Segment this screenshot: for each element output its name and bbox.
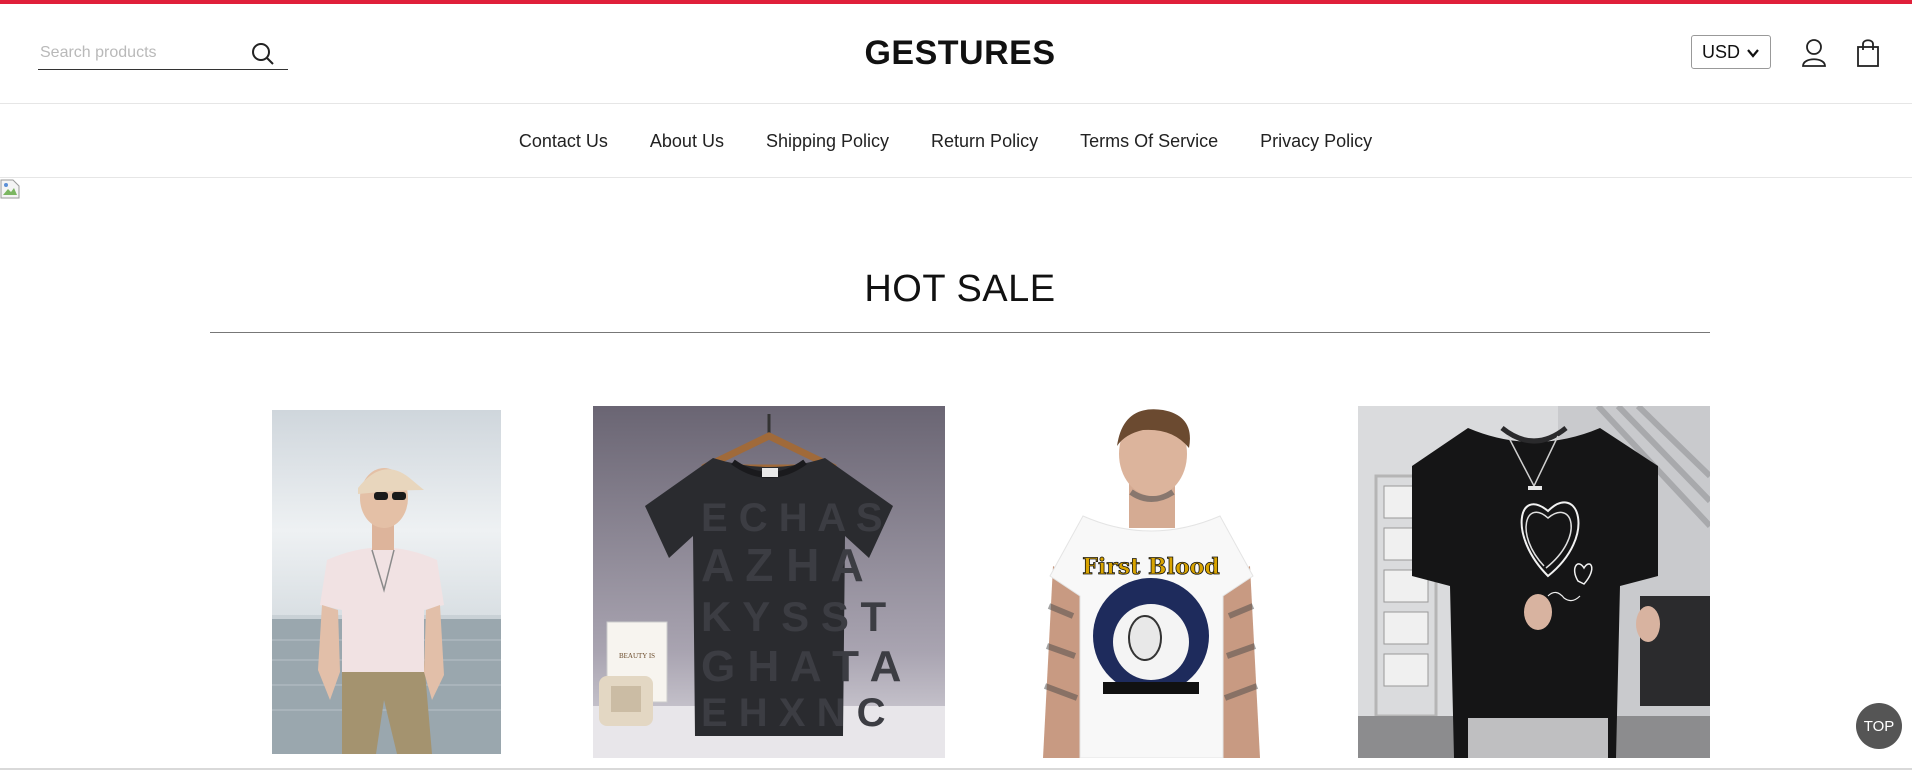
search-input[interactable] [40, 42, 240, 64]
graphic-text: First Blood [1082, 554, 1219, 580]
section-divider [210, 332, 1710, 333]
svg-text:E C H A S: E C H A S [701, 496, 883, 540]
nav-terms-of-service[interactable]: Terms Of Service [1080, 131, 1218, 152]
chevron-down-icon [1747, 49, 1759, 58]
nav-return-policy[interactable]: Return Policy [931, 131, 1038, 152]
product-card-4-image[interactable] [1358, 406, 1710, 758]
nav-contact-us[interactable]: Contact Us [519, 131, 608, 152]
main-nav: Contact Us About Us Shipping Policy Retu… [0, 105, 1912, 178]
currency-value: USD [1702, 41, 1741, 62]
product-card-3-image[interactable]: First Blood [1013, 406, 1290, 758]
section-title: HOT SALE [864, 268, 1056, 310]
nav-about-us[interactable]: About Us [650, 131, 724, 152]
account-icon[interactable] [1801, 38, 1827, 68]
svg-text:G H A T A: G H A T A [701, 642, 901, 691]
shopping-bag-icon[interactable] [1855, 38, 1881, 68]
search-form [38, 36, 288, 70]
svg-text:K Y S S T: K Y S S T [701, 593, 887, 640]
product-card-1-image[interactable] [272, 410, 501, 754]
nav-privacy-policy[interactable]: Privacy Policy [1260, 131, 1372, 152]
broken-image-icon [0, 179, 20, 199]
nav-shipping-policy[interactable]: Shipping Policy [766, 131, 889, 152]
svg-text:A Z H A: A Z H A [701, 539, 864, 591]
site-header: GESTURES USD [0, 4, 1912, 104]
search-icon[interactable] [250, 41, 276, 67]
currency-select[interactable]: USD [1691, 35, 1771, 69]
product-card-2-image[interactable]: E C H A S A Z H A K Y S S T G H A T A E … [593, 406, 945, 758]
site-logo[interactable]: GESTURES [820, 34, 1100, 73]
back-to-top-button[interactable]: TOP [1856, 703, 1902, 749]
card-tag-text: BEAUTY IS [619, 652, 655, 660]
svg-text:E H X N C: E H X N C [701, 691, 885, 735]
